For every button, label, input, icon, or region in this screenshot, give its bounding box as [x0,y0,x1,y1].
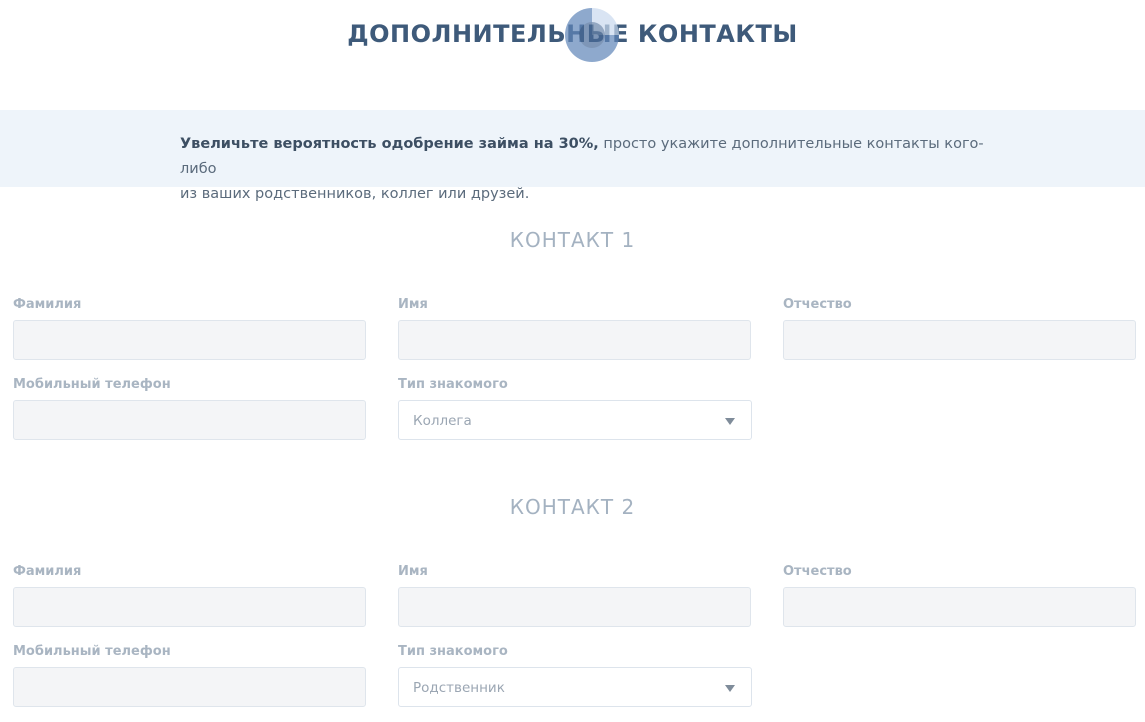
loading-spinner-icon [565,8,619,62]
contact-2-phone-input[interactable] [13,667,366,707]
last-name-label: Фамилия [13,297,82,312]
caret-down-icon [725,685,735,692]
contact-1-phone-input[interactable] [13,400,366,440]
relation-select-value: Родственник [413,680,505,696]
notice-highlight: Увеличьте вероятность одобрение займа на… [180,136,599,152]
notice-line-2: из ваших родственников, коллег или друзе… [180,186,530,202]
contact-1-middle-name-input[interactable] [783,320,1136,360]
contact-2-last-name-input[interactable] [13,587,366,627]
phone-label: Мобильный телефон [13,644,171,659]
contact-1-relation-select[interactable]: Коллега [398,400,752,440]
relation-select-value: Коллега [413,413,472,429]
last-name-label: Фамилия [13,564,82,579]
contact-2-relation-select[interactable]: Родственник [398,667,752,707]
first-name-label: Имя [398,297,428,312]
notice-banner: Увеличьте вероятность одобрение займа на… [0,110,1145,202]
contact-2-middle-name-input[interactable] [783,587,1136,627]
contact-2-title: КОНТАКТ 2 [509,495,636,519]
relation-label: Тип знакомого [398,644,508,659]
phone-label: Мобильный телефон [13,377,171,392]
contact-1-first-name-input[interactable] [398,320,751,360]
contact-2-first-name-input[interactable] [398,587,751,627]
middle-name-label: Отчество [783,564,852,579]
relation-label: Тип знакомого [398,377,508,392]
caret-down-icon [725,418,735,425]
contact-1-last-name-input[interactable] [13,320,366,360]
middle-name-label: Отчество [783,297,852,312]
notice-text: Увеличьте вероятность одобрение займа на… [180,132,1010,207]
contact-1-title: КОНТАКТ 1 [509,228,636,252]
first-name-label: Имя [398,564,428,579]
